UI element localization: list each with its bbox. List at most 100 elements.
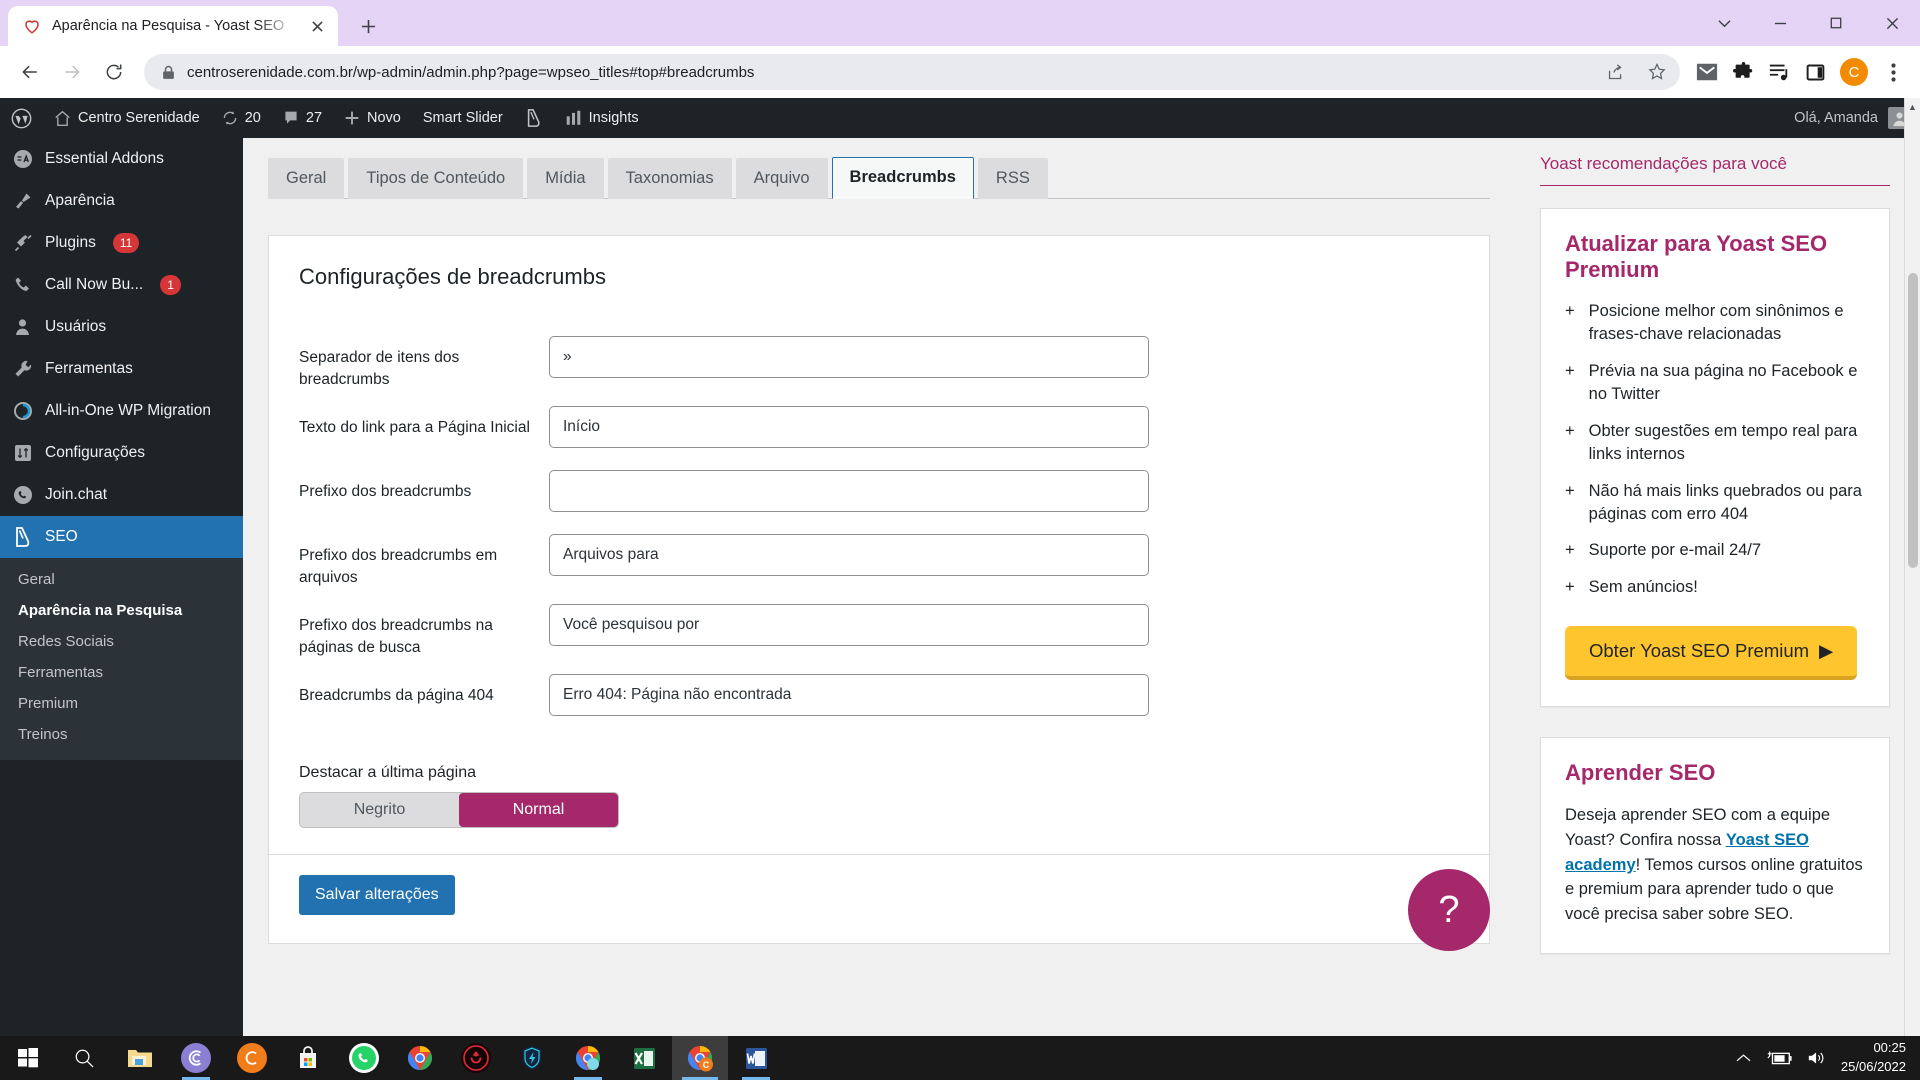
minimize-icon[interactable] xyxy=(1752,0,1808,46)
submenu-item-redes-sociais[interactable]: Redes Sociais xyxy=(0,626,243,657)
star-icon[interactable] xyxy=(1642,57,1672,87)
sidebar-item-ferramentas[interactable]: Ferramentas xyxy=(0,348,243,390)
archive-prefix-input[interactable] xyxy=(549,533,1149,576)
sidebar-item-usuarios[interactable]: Usuários xyxy=(0,306,243,348)
sidebar-item-all-in-one-wp-migration[interactable]: All-in-One WP Migration xyxy=(0,390,243,432)
gmail-icon[interactable] xyxy=(1690,52,1724,92)
submenu-item-premium[interactable]: Premium xyxy=(0,688,243,719)
sidebar-item-configuracoes[interactable]: Configurações xyxy=(0,432,243,474)
breadcrumbs-settings-panel: Configurações de breadcrumbs Separador d… xyxy=(268,235,1490,855)
sidebar-item-essential-addons[interactable]: Essential Addons xyxy=(0,138,243,180)
field-row-404: Breadcrumbs da página 404 xyxy=(299,673,1459,716)
tab-rss[interactable]: RSS xyxy=(977,158,1048,199)
sidebar-item-call-now-button[interactable]: Call Now Bu... 1 xyxy=(0,264,243,306)
address-bar[interactable]: centroserenidade.com.br/wp-admin/admin.p… xyxy=(144,54,1680,90)
tab-geral[interactable]: Geral xyxy=(268,158,345,199)
tab-midia[interactable]: Mídia xyxy=(527,158,604,199)
three-dot-menu-icon[interactable] xyxy=(1876,52,1910,92)
breadcrumb-404-input[interactable] xyxy=(549,673,1149,716)
adminbar-yoast[interactable] xyxy=(514,98,554,138)
search-prefix-input[interactable] xyxy=(549,603,1149,646)
sidebar-item-plugins[interactable]: Plugins 11 xyxy=(0,222,243,264)
breadcrumb-separator-input[interactable] xyxy=(549,336,1149,378)
search-icon[interactable] xyxy=(56,1036,112,1080)
microsoft-store-icon[interactable] xyxy=(280,1036,336,1080)
adminbar-comments[interactable]: 27 xyxy=(272,98,333,138)
file-explorer-icon[interactable] xyxy=(112,1036,168,1080)
plus-icon: + xyxy=(1565,481,1575,500)
orange-c-app-icon[interactable] xyxy=(224,1036,280,1080)
adminbar-site-name[interactable]: Centro Serenidade xyxy=(43,98,211,138)
tab-tipos-de-conteudo[interactable]: Tipos de Conteúdo xyxy=(348,158,524,199)
battery-charging-icon[interactable] xyxy=(1765,1049,1793,1067)
whatsapp-glyph xyxy=(349,1043,379,1073)
clock-date: 25/06/2022 xyxy=(1840,1059,1906,1074)
sidebar-item-join-chat[interactable]: Join.chat xyxy=(0,474,243,516)
word-icon[interactable] xyxy=(728,1036,784,1080)
vpn-shield-icon[interactable] xyxy=(504,1036,560,1080)
help-button[interactable]: ? xyxy=(1408,869,1490,951)
bold-last-page-toggle[interactable]: Negrito Normal xyxy=(299,791,619,828)
adminbar-new[interactable]: Novo xyxy=(333,98,412,138)
scrollbar-thumb[interactable] xyxy=(1908,273,1918,568)
sidebar-item-aparencia[interactable]: Aparência xyxy=(0,180,243,222)
home-link-text-input[interactable] xyxy=(549,405,1149,448)
forward-arrow-icon[interactable] xyxy=(52,52,92,92)
volume-icon[interactable] xyxy=(1807,1049,1827,1067)
whatsapp-icon[interactable] xyxy=(336,1036,392,1080)
chrome-active-glyph: C xyxy=(685,1043,715,1073)
page-title: Configurações de breadcrumbs xyxy=(299,264,606,289)
toggle-option-normal[interactable]: Normal xyxy=(459,792,618,827)
page-scrollbar[interactable]: ▲ xyxy=(1904,98,1920,1036)
bold-last-page-group: Destacar a última página Negrito Normal xyxy=(299,764,1459,854)
wrench-icon xyxy=(12,359,34,379)
side-panel-icon[interactable] xyxy=(1798,52,1832,92)
submenu-item-aparencia-na-pesquisa[interactable]: Aparência na Pesquisa xyxy=(0,595,243,626)
submenu-item-ferramentas[interactable]: Ferramentas xyxy=(0,657,243,688)
close-icon[interactable] xyxy=(306,15,328,37)
settings-sliders-icon xyxy=(12,443,34,463)
browser-tab[interactable]: Aparência na Pesquisa - Yoast SEO xyxy=(8,6,338,46)
get-yoast-premium-button[interactable]: Obter Yoast SEO Premium ▶ xyxy=(1565,626,1858,681)
adminbar-smart-slider[interactable]: Smart Slider xyxy=(412,98,514,138)
submenu-item-geral[interactable]: Geral xyxy=(0,564,243,595)
bittorrent-icon[interactable] xyxy=(168,1036,224,1080)
breadcrumb-prefix-input[interactable] xyxy=(549,469,1149,512)
share-icon[interactable] xyxy=(1600,57,1630,87)
playlist-music-icon[interactable] xyxy=(1762,52,1796,92)
excel-icon[interactable] xyxy=(616,1036,672,1080)
list-item: + Sem anúncios! xyxy=(1565,576,1865,599)
reload-icon[interactable] xyxy=(94,52,134,92)
scroll-up-arrow-icon[interactable]: ▲ xyxy=(1905,98,1920,115)
wordpress-logo-icon[interactable] xyxy=(0,98,43,138)
tab-taxonomias[interactable]: Taxonomias xyxy=(607,158,732,199)
field-row-search-prefix: Prefixo dos breadcrumbs na páginas de bu… xyxy=(299,603,1459,660)
sidebar-item-seo[interactable]: SEO xyxy=(0,516,251,558)
chrome-active-icon[interactable]: C xyxy=(672,1036,728,1080)
taskbar-clock[interactable]: 00:25 25/06/2022 xyxy=(1841,1039,1906,1077)
back-arrow-icon[interactable] xyxy=(10,52,50,92)
folder-glyph xyxy=(125,1043,155,1073)
submenu-item-treinos[interactable]: Treinos xyxy=(0,719,243,750)
chevron-down-icon[interactable] xyxy=(1696,0,1752,46)
close-window-icon[interactable] xyxy=(1864,0,1920,46)
toggle-option-negrito[interactable]: Negrito xyxy=(300,793,459,827)
adminbar-updates[interactable]: 20 xyxy=(211,98,272,138)
save-button[interactable]: Salvar alterações xyxy=(299,874,455,915)
new-tab-button[interactable] xyxy=(350,8,386,44)
chevron-up-icon[interactable] xyxy=(1736,1053,1751,1063)
adminbar-account[interactable]: Olá, Amanda xyxy=(1794,107,1920,129)
yoast-recommendations-sidebar: Yoast recomendações para você Atualizar … xyxy=(1520,138,1920,1036)
red-circle-app-icon[interactable] xyxy=(448,1036,504,1080)
phone-icon xyxy=(12,275,34,295)
windows-start-icon[interactable] xyxy=(0,1036,56,1080)
chrome-icon[interactable] xyxy=(392,1036,448,1080)
chrome-secondary-icon[interactable] xyxy=(560,1036,616,1080)
tab-arquivo[interactable]: Arquivo xyxy=(735,158,828,199)
start-glyph xyxy=(13,1043,43,1073)
adminbar-insights[interactable]: Insights xyxy=(554,98,650,138)
maximize-icon[interactable] xyxy=(1808,0,1864,46)
puzzle-extensions-icon[interactable] xyxy=(1726,52,1760,92)
profile-avatar[interactable]: C xyxy=(1840,58,1868,86)
tab-breadcrumbs[interactable]: Breadcrumbs xyxy=(831,157,974,199)
